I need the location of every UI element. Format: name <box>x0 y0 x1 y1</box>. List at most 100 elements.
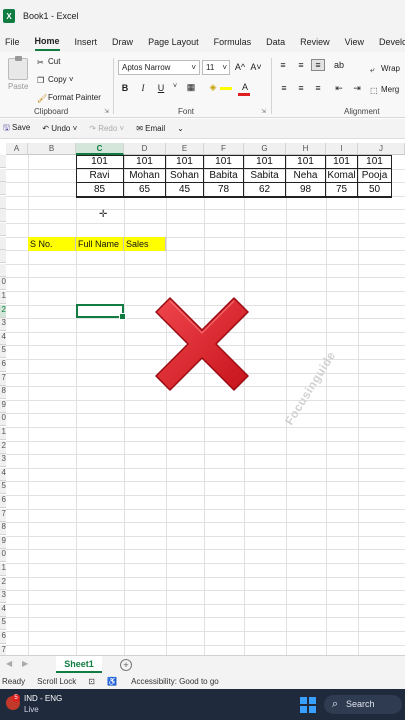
table-cell[interactable]: 101 <box>358 155 392 169</box>
active-cell[interactable] <box>76 304 126 320</box>
format-painter-button[interactable]: 🖌Format Painter <box>37 93 101 103</box>
row-header[interactable] <box>0 209 6 223</box>
dialog-launcher-icon[interactable]: ⇲ <box>104 108 109 115</box>
row-header[interactable]: 1 <box>0 563 6 576</box>
table-cell[interactable]: Sabita <box>244 169 286 183</box>
undo-button[interactable]: ↶ Undo ˅ <box>42 124 77 133</box>
column-header-e[interactable]: E <box>166 143 204 155</box>
tab-page-layout[interactable]: Page Layout <box>148 34 199 50</box>
increase-font-button[interactable]: A^ <box>233 62 247 72</box>
table-cell[interactable]: Babita <box>204 169 244 183</box>
tab-data[interactable]: Data <box>266 34 285 50</box>
borders-icon[interactable]: ▦ <box>184 82 198 93</box>
merge-button[interactable]: ⬚ Merg <box>370 85 399 95</box>
row-header[interactable]: 1 <box>0 427 6 440</box>
table-cell[interactable]: 75 <box>326 183 358 197</box>
prev-sheet-icon[interactable]: ◀ <box>6 659 12 668</box>
align-right-icon[interactable]: ≡ <box>311 83 325 93</box>
table-cell[interactable]: Neha <box>286 169 326 183</box>
align-bottom-icon[interactable]: ≡ <box>311 59 325 71</box>
row-header[interactable] <box>0 195 6 209</box>
font-size-select[interactable]: 11 ˅ <box>202 60 230 75</box>
column-header-h[interactable]: H <box>286 143 326 155</box>
row-header[interactable]: 2 <box>0 304 6 318</box>
table-cell[interactable]: Pooja <box>358 169 392 183</box>
font-color-icon[interactable]: A <box>238 82 252 92</box>
table-cell[interactable]: 98 <box>286 183 326 197</box>
table-cell[interactable]: 65 <box>124 183 166 197</box>
table-cell[interactable]: 45 <box>166 183 204 197</box>
table-cell[interactable]: Sohan <box>166 169 204 183</box>
header-cell-sales[interactable]: Sales <box>124 237 166 251</box>
row-header[interactable] <box>0 263 6 277</box>
row-header[interactable]: 2 <box>0 576 6 590</box>
table-cell[interactable]: Komal <box>326 169 358 183</box>
macro-record-icon[interactable]: ⊡ <box>88 677 95 686</box>
row-header[interactable]: 7 <box>0 372 6 386</box>
language-indicator[interactable]: IND - ENG <box>24 694 62 703</box>
align-middle-icon[interactable]: ≡ <box>294 60 308 70</box>
row-header[interactable]: 8 <box>0 522 6 536</box>
paste-button[interactable]: Paste <box>8 82 28 91</box>
table-cell[interactable]: 85 <box>76 183 124 197</box>
tab-developer[interactable]: Developer <box>379 34 405 50</box>
table-cell[interactable]: 50 <box>358 183 392 197</box>
table-cell[interactable]: 101 <box>166 155 204 169</box>
row-header[interactable] <box>0 155 6 168</box>
next-sheet-icon[interactable]: ▶ <box>22 659 28 668</box>
dialog-launcher-icon[interactable]: ⇲ <box>261 108 266 115</box>
tab-home[interactable]: Home <box>34 33 60 51</box>
row-header[interactable]: 3 <box>0 454 6 468</box>
sheet-tab-sheet1[interactable]: Sheet1 <box>56 656 102 673</box>
row-header[interactable]: 3 <box>0 318 6 332</box>
column-header-j[interactable]: J <box>358 143 405 155</box>
increase-indent-icon[interactable]: ⇥ <box>350 83 364 94</box>
header-cell-full-name[interactable]: Full Name <box>76 237 124 251</box>
worksheet-grid[interactable]: A B C D E F G H I J 01234567890123456789… <box>0 143 405 655</box>
row-header[interactable] <box>0 182 6 196</box>
row-header[interactable] <box>0 236 6 250</box>
cut-button[interactable]: ✂ Cut <box>37 57 60 67</box>
row-header[interactable]: 5 <box>0 481 6 495</box>
tab-review[interactable]: Review <box>300 34 330 50</box>
tab-draw[interactable]: Draw <box>112 34 133 50</box>
italic-button[interactable]: I <box>136 83 150 93</box>
column-header-b[interactable]: B <box>28 143 76 155</box>
copy-button[interactable]: ❐ Copy ˅ <box>37 75 74 85</box>
table-cell[interactable]: 101 <box>76 155 124 169</box>
taskbar-search[interactable]: Search <box>324 695 402 714</box>
column-header-c[interactable]: C <box>76 143 124 155</box>
row-header[interactable]: 5 <box>0 617 6 631</box>
align-left-icon[interactable]: ≡ <box>277 83 291 93</box>
table-cell[interactable]: 101 <box>124 155 166 169</box>
redo-button[interactable]: ↷ Redo ˅ <box>89 124 124 133</box>
underline-button[interactable]: U <box>154 83 168 93</box>
decrease-font-button[interactable]: A˅ <box>249 62 263 72</box>
tab-insert[interactable]: Insert <box>75 34 98 50</box>
chevron-down-icon[interactable]: ˅ <box>168 83 182 90</box>
row-header[interactable]: 7 <box>0 508 6 522</box>
email-button[interactable]: ✉ Email <box>136 124 165 133</box>
row-header[interactable]: 1 <box>0 291 6 304</box>
tab-view[interactable]: View <box>345 34 364 50</box>
row-header[interactable]: 0 <box>0 549 6 563</box>
align-top-icon[interactable]: ≡ <box>276 60 290 70</box>
fill-color-icon[interactable]: ◈ <box>206 82 220 93</box>
paste-icon[interactable] <box>8 56 28 80</box>
column-header-g[interactable]: G <box>244 143 286 155</box>
row-header[interactable]: 4 <box>0 331 6 345</box>
table-cell[interactable]: Mohan <box>124 169 166 183</box>
table-cell[interactable]: 101 <box>204 155 244 169</box>
column-header-i[interactable]: I <box>326 143 358 155</box>
decrease-indent-icon[interactable]: ⇤ <box>332 83 346 94</box>
table-cell[interactable]: Ravi <box>76 169 124 183</box>
wrap-text-button[interactable]: ⤶ Wrap <box>370 64 400 74</box>
row-header[interactable]: 4 <box>0 603 6 617</box>
font-name-select[interactable]: Aptos Narrow ˅ <box>118 60 200 75</box>
table-cell[interactable]: 62 <box>244 183 286 197</box>
table-cell[interactable]: 101 <box>244 155 286 169</box>
row-header[interactable]: 0 <box>0 277 6 291</box>
row-header[interactable]: 9 <box>0 399 6 413</box>
row-header[interactable]: 9 <box>0 535 6 549</box>
table-cell[interactable]: 101 <box>286 155 326 169</box>
